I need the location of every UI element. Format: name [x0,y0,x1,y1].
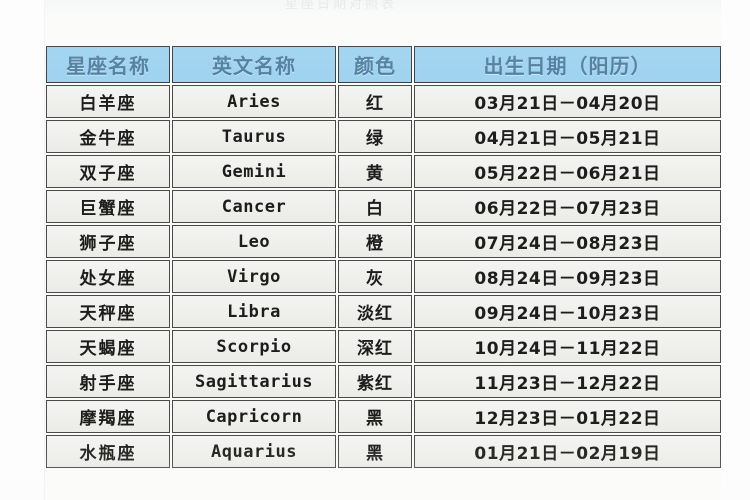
cell-english-name: Capricorn [172,400,336,433]
cell-color-value: 白 [338,190,412,223]
table-row[interactable]: 白羊座 Aries 红 03月21日－04月20日 [46,85,721,118]
cell-zodiac-name: 双子座 [46,155,170,188]
cell-zodiac-name: 白羊座 [46,85,170,118]
cell-english-name: Taurus [172,120,336,153]
top-cropped-text-strip: 星座日期对照表 [0,0,750,22]
column-header-name[interactable]: 星座名称 [46,46,170,83]
cell-color-value: 黑 [338,400,412,433]
page-root: 星座日期对照表 星座名称 英文名称 颜色 出生日期（阳历） 白羊座 Aries 红 0… [0,0,750,500]
cell-color-value: 绿 [338,120,412,153]
column-header-color[interactable]: 颜色 [338,46,412,83]
cell-color-value: 红 [338,85,412,118]
cell-english-name: Leo [172,225,336,258]
cell-birthdate-range: 04月21日－05月21日 [414,120,721,153]
table-row[interactable]: 水瓶座 Aquarius 黑 01月21日－02月19日 [46,435,721,468]
cell-zodiac-name: 巨蟹座 [46,190,170,223]
cell-birthdate-range: 10月24日－11月22日 [414,330,721,363]
cell-birthdate-range: 08月24日－09月23日 [414,260,721,293]
cell-zodiac-name: 处女座 [46,260,170,293]
cell-birthdate-range: 11月23日－12月22日 [414,365,721,398]
cell-zodiac-name: 射手座 [46,365,170,398]
cell-color-value: 灰 [338,260,412,293]
cell-zodiac-name: 金牛座 [46,120,170,153]
table-row[interactable]: 金牛座 Taurus 绿 04月21日－05月21日 [46,120,721,153]
cell-birthdate-range: 06月22日－07月23日 [414,190,721,223]
column-header-birthdate[interactable]: 出生日期（阳历） [414,46,721,83]
table-row[interactable]: 摩羯座 Capricorn 黑 12月23日－01月22日 [46,400,721,433]
cell-zodiac-name: 天秤座 [46,295,170,328]
cell-zodiac-name: 天蝎座 [46,330,170,363]
table-row[interactable]: 处女座 Virgo 灰 08月24日－09月23日 [46,260,721,293]
cell-color-value: 淡红 [338,295,412,328]
cell-birthdate-range: 09月24日－10月23日 [414,295,721,328]
cell-birthdate-range: 03月21日－04月20日 [414,85,721,118]
cell-color-value: 黄 [338,155,412,188]
cell-birthdate-range: 05月22日－06月21日 [414,155,721,188]
header-row: 星座名称 英文名称 颜色 出生日期（阳历） [46,46,721,83]
right-page-margin [721,0,750,500]
cell-english-name: Virgo [172,260,336,293]
cell-english-name: Scorpio [172,330,336,363]
cell-birthdate-range: 01月21日－02月19日 [414,435,721,468]
cell-color-value: 紫红 [338,365,412,398]
cell-english-name: Cancer [172,190,336,223]
top-ghost-title: 星座日期对照表 [285,0,398,12]
cell-english-name: Aries [172,85,336,118]
cell-color-value: 橙 [338,225,412,258]
cell-english-name: Aquarius [172,435,336,468]
table-row[interactable]: 双子座 Gemini 黄 05月22日－06月21日 [46,155,721,188]
cell-english-name: Libra [172,295,336,328]
cell-zodiac-name: 摩羯座 [46,400,170,433]
cell-birthdate-range: 07月24日－08月23日 [414,225,721,258]
cell-zodiac-name: 水瓶座 [46,435,170,468]
cell-birthdate-range: 12月23日－01月22日 [414,400,721,433]
table-row[interactable]: 巨蟹座 Cancer 白 06月22日－07月23日 [46,190,721,223]
cell-zodiac-name: 狮子座 [46,225,170,258]
zodiac-table-container: 星座名称 英文名称 颜色 出生日期（阳历） 白羊座 Aries 红 03月21日－04… [44,44,721,500]
table-header: 星座名称 英文名称 颜色 出生日期（阳历） [46,46,721,83]
table-body: 白羊座 Aries 红 03月21日－04月20日 金牛座 Taurus 绿 04月21日－0… [46,85,721,468]
cell-color-value: 黑 [338,435,412,468]
zodiac-table: 星座名称 英文名称 颜色 出生日期（阳历） 白羊座 Aries 红 03月21日－04… [44,44,721,470]
table-row[interactable]: 天秤座 Libra 淡红 09月24日－10月23日 [46,295,721,328]
cell-english-name: Gemini [172,155,336,188]
column-header-english[interactable]: 英文名称 [172,46,336,83]
cell-english-name: Sagittarius [172,365,336,398]
left-page-margin [0,0,45,500]
table-row[interactable]: 狮子座 Leo 橙 07月24日－08月23日 [46,225,721,258]
table-row[interactable]: 天蝎座 Scorpio 深红 10月24日－11月22日 [46,330,721,363]
cell-color-value: 深红 [338,330,412,363]
table-row[interactable]: 射手座 Sagittarius 紫红 11月23日－12月22日 [46,365,721,398]
